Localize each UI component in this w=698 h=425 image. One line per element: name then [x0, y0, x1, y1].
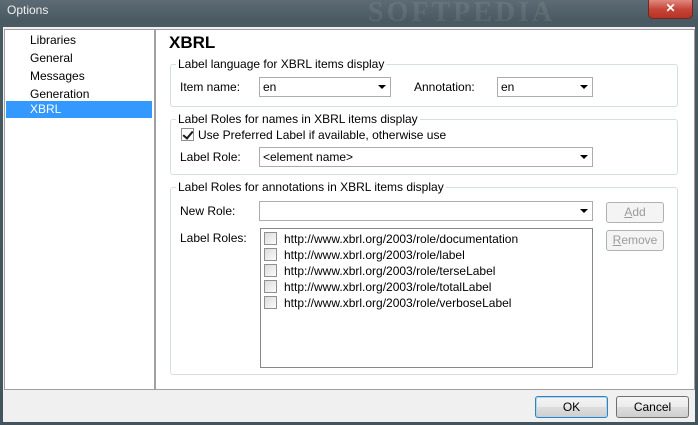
- list-item[interactable]: http://www.xbrl.org/2003/role/terseLabel: [263, 263, 593, 279]
- options-window: Options SOFTPEDIA ✕ Libraries General Me…: [0, 0, 698, 425]
- xbrl-settings-panel: XBRL Label language for XBRL items displ…: [155, 29, 695, 390]
- item-name-label: Item name:: [180, 80, 241, 94]
- label-language-group: Label language for XBRL items display It…: [170, 57, 678, 107]
- role-checkbox[interactable]: [264, 248, 277, 261]
- chevron-down-icon: [580, 209, 588, 213]
- list-item[interactable]: http://www.xbrl.org/2003/role/verboseLab…: [263, 295, 593, 311]
- nav-item-messages[interactable]: Messages: [6, 68, 152, 85]
- role-checkbox[interactable]: [264, 280, 277, 293]
- annotation-label: Annotation:: [414, 80, 475, 94]
- dialog-body: Libraries General Messages Generation XB…: [3, 27, 695, 422]
- list-item[interactable]: http://www.xbrl.org/2003/role/label: [263, 247, 593, 263]
- use-preferred-label-text: Use Preferred Label if available, otherw…: [198, 128, 447, 142]
- item-name-value: en: [263, 80, 277, 94]
- role-url: http://www.xbrl.org/2003/role/verboseLab…: [284, 296, 512, 310]
- annotation-value: en: [501, 80, 515, 94]
- role-checkbox[interactable]: [264, 232, 277, 245]
- nav-item-general[interactable]: General: [6, 50, 152, 67]
- title-bar[interactable]: Options SOFTPEDIA ✕: [0, 0, 698, 28]
- group-legend: Label Roles for annotations in XBRL item…: [176, 180, 446, 194]
- label-role-select[interactable]: <element name>: [259, 147, 593, 167]
- cancel-button[interactable]: Cancel: [616, 396, 689, 418]
- window-title: Options: [7, 3, 49, 17]
- new-role-label: New Role:: [180, 204, 236, 218]
- label-roles-annotations-group: Label Roles for annotations in XBRL item…: [170, 180, 678, 375]
- page-title: XBRL: [169, 33, 216, 52]
- remove-button[interactable]: Remove: [606, 230, 664, 251]
- role-url: http://www.xbrl.org/2003/role/documentat…: [284, 232, 519, 246]
- chevron-down-icon: [580, 155, 588, 159]
- add-button[interactable]: Add: [606, 202, 664, 223]
- chevron-down-icon: [378, 85, 386, 89]
- label-role-value: <element name>: [263, 150, 354, 164]
- label-role-label: Label Role:: [180, 150, 241, 164]
- role-url: http://www.xbrl.org/2003/role/totalLabel: [284, 280, 492, 294]
- use-preferred-label-checkbox[interactable]: [181, 128, 194, 141]
- close-button[interactable]: ✕: [648, 0, 693, 19]
- nav-item-xbrl[interactable]: XBRL: [6, 101, 152, 118]
- role-url: http://www.xbrl.org/2003/role/terseLabel: [284, 264, 496, 278]
- new-role-input[interactable]: [259, 201, 593, 221]
- annotation-select[interactable]: en: [497, 77, 593, 97]
- nav-item-libraries[interactable]: Libraries: [6, 32, 152, 49]
- list-item[interactable]: http://www.xbrl.org/2003/role/documentat…: [263, 231, 593, 247]
- label-roles-names-group: Label Roles for names in XBRL items disp…: [170, 112, 678, 175]
- role-checkbox[interactable]: [264, 264, 277, 277]
- list-item[interactable]: http://www.xbrl.org/2003/role/totalLabel: [263, 279, 593, 295]
- role-checkbox[interactable]: [264, 296, 277, 309]
- label-roles-list[interactable]: http://www.xbrl.org/2003/role/documentat…: [260, 228, 593, 368]
- chevron-down-icon: [580, 85, 588, 89]
- item-name-select[interactable]: en: [259, 77, 391, 97]
- group-legend: Label Roles for names in XBRL items disp…: [176, 112, 420, 126]
- close-icon: ✕: [665, 1, 676, 15]
- group-legend: Label language for XBRL items display: [176, 57, 387, 71]
- label-roles-label: Label Roles:: [180, 231, 247, 245]
- watermark: SOFTPEDIA: [368, 0, 556, 28]
- ok-button[interactable]: OK: [535, 396, 608, 418]
- role-url: http://www.xbrl.org/2003/role/label: [284, 248, 465, 262]
- category-list[interactable]: Libraries General Messages Generation XB…: [4, 29, 155, 390]
